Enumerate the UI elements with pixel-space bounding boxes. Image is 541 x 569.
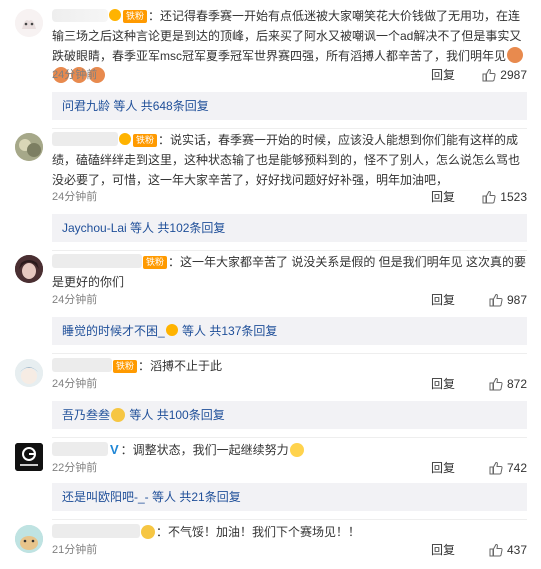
comment-text-block: 铁粉 ：说实话，春季赛一开始的时候，应该没人能想到你们能有这样的成绩，磕磕绊绊走到… bbox=[52, 130, 527, 190]
thumbs-up-icon bbox=[482, 190, 496, 204]
reply-count[interactable]: 共21条回复 bbox=[179, 490, 240, 504]
pig-emoji-icon bbox=[507, 47, 523, 63]
comment-text: ：调整状态，我们一起继续努力 bbox=[120, 443, 289, 457]
thumbs-up-icon bbox=[489, 461, 503, 475]
comment-meta: 24分钟前 回复 2987 bbox=[52, 66, 527, 84]
crown-emoji-icon bbox=[141, 525, 155, 539]
username[interactable] bbox=[52, 9, 108, 22]
username[interactable] bbox=[52, 442, 108, 456]
reply-mid: 等人 bbox=[148, 490, 180, 504]
verified-icon bbox=[165, 324, 178, 336]
like-button[interactable]: 1523 bbox=[482, 188, 527, 206]
verified-icon bbox=[109, 9, 121, 21]
like-button[interactable]: 2987 bbox=[482, 66, 527, 84]
reply-mid: 等人 bbox=[110, 99, 141, 113]
reply-author[interactable]: 吾乃叁叁 bbox=[62, 408, 110, 422]
reply-thread-link[interactable]: 睡觉的时候才不困_ 等人 共137条回复 bbox=[52, 317, 527, 345]
username[interactable] bbox=[52, 524, 140, 538]
crying-emoji-icon bbox=[289, 443, 304, 457]
reply-button[interactable]: 回复 bbox=[431, 291, 455, 309]
thumbs-up-icon bbox=[489, 543, 503, 557]
reply-thread-link[interactable]: 问君九龄 等人 共648条回复 bbox=[52, 92, 527, 120]
divider bbox=[52, 519, 527, 520]
username[interactable] bbox=[52, 254, 142, 268]
avatar[interactable] bbox=[15, 359, 43, 387]
comment-meta: 24分钟前 回复 987 bbox=[52, 291, 527, 309]
reply-thread-link[interactable]: 还是叫欧阳吧-_- 等人 共21条回复 bbox=[52, 483, 527, 511]
like-count: 742 bbox=[506, 461, 527, 475]
reply-thread-link[interactable]: Jaychou-Lai 等人 共102条回复 bbox=[52, 214, 527, 242]
timestamp: 24分钟前 bbox=[52, 191, 98, 203]
reply-count[interactable]: 共100条回复 bbox=[157, 408, 225, 422]
reply-button[interactable]: 回复 bbox=[431, 459, 455, 477]
comment-meta: 24分钟前 回复 872 bbox=[52, 375, 527, 393]
avatar[interactable] bbox=[15, 9, 43, 37]
username[interactable] bbox=[52, 132, 118, 146]
avatar[interactable] bbox=[15, 255, 43, 283]
like-button[interactable]: 987 bbox=[489, 291, 527, 309]
avatar[interactable] bbox=[15, 525, 43, 553]
reply-mid: 等人 bbox=[126, 221, 158, 235]
timestamp: 24分钟前 bbox=[52, 378, 98, 390]
reply-mid: 等人 bbox=[178, 324, 210, 338]
like-button[interactable]: 742 bbox=[489, 459, 527, 477]
comment-text-block: 铁粉 ：滔搏不止于此 bbox=[52, 356, 527, 376]
comment-text-block: ：不气馁！加油！我们下个赛场见！！ bbox=[52, 522, 527, 542]
reply-thread-link[interactable]: 吾乃叁叁 等人 共100条回复 bbox=[52, 401, 527, 429]
logitech-avatar[interactable] bbox=[15, 443, 43, 471]
comment-text: ：不气馁！加油！我们下个赛场见！！ bbox=[156, 525, 361, 539]
timestamp: 22分钟前 bbox=[52, 462, 98, 474]
like-button[interactable]: 437 bbox=[489, 541, 527, 559]
username[interactable] bbox=[52, 358, 112, 372]
comment-text: ：滔搏不止于此 bbox=[138, 359, 223, 373]
timestamp: 24分钟前 bbox=[52, 294, 98, 306]
like-count: 2987 bbox=[500, 68, 527, 82]
divider bbox=[52, 353, 527, 354]
thumbs-up-icon bbox=[482, 68, 496, 82]
reply-button[interactable]: 回复 bbox=[431, 375, 455, 393]
reply-author[interactable]: 还是叫欧阳吧-_- bbox=[62, 490, 149, 504]
thumbs-up-icon bbox=[489, 293, 503, 307]
timestamp: 21分钟前 bbox=[52, 544, 98, 556]
avatar[interactable] bbox=[15, 133, 43, 161]
comment-meta: 22分钟前 回复 742 bbox=[52, 459, 527, 477]
timestamp: 24分钟前 bbox=[52, 69, 98, 81]
like-button[interactable]: 872 bbox=[489, 375, 527, 393]
like-count: 437 bbox=[506, 543, 527, 557]
fan-badge: 铁粉 bbox=[123, 10, 148, 23]
verified-icon bbox=[119, 133, 131, 145]
comment-meta: 24分钟前 回复 1523 bbox=[52, 188, 527, 206]
like-count: 987 bbox=[506, 293, 527, 307]
divider bbox=[52, 128, 527, 129]
reply-count[interactable]: 共648条回复 bbox=[141, 99, 209, 113]
fan-badge: 铁粉 bbox=[143, 256, 168, 269]
reply-author[interactable]: Jaychou-Lai bbox=[62, 221, 127, 235]
comment-meta: 21分钟前 回复 437 bbox=[52, 541, 527, 559]
reply-count[interactable]: 共137条回复 bbox=[209, 324, 277, 338]
reply-count[interactable]: 共102条回复 bbox=[157, 221, 225, 235]
comment-text-block: 铁粉 ：这一年大家都辛苦了 说没关系是假的 但是我们明年见 这次真的要是更好的你们 bbox=[52, 252, 527, 292]
like-count: 1523 bbox=[500, 190, 527, 204]
reply-author[interactable]: 睡觉的时候才不困_ bbox=[62, 324, 165, 338]
thumbs-up-icon bbox=[489, 377, 503, 391]
fan-badge: 铁粉 bbox=[113, 360, 138, 373]
reply-author[interactable]: 问君九龄 bbox=[62, 99, 110, 113]
divider bbox=[52, 437, 527, 438]
reply-button[interactable]: 回复 bbox=[431, 188, 455, 206]
reply-mid: 等人 bbox=[126, 408, 157, 422]
like-count: 872 bbox=[506, 377, 527, 391]
divider bbox=[52, 250, 527, 251]
reply-button[interactable]: 回复 bbox=[431, 66, 455, 84]
fan-badge: 铁粉 bbox=[133, 134, 158, 147]
comment-text-block: V ：调整状态，我们一起继续努力 bbox=[52, 440, 527, 460]
crown-emoji-icon bbox=[111, 408, 126, 422]
reply-button[interactable]: 回复 bbox=[431, 541, 455, 559]
blue-v-icon: V bbox=[110, 442, 119, 457]
